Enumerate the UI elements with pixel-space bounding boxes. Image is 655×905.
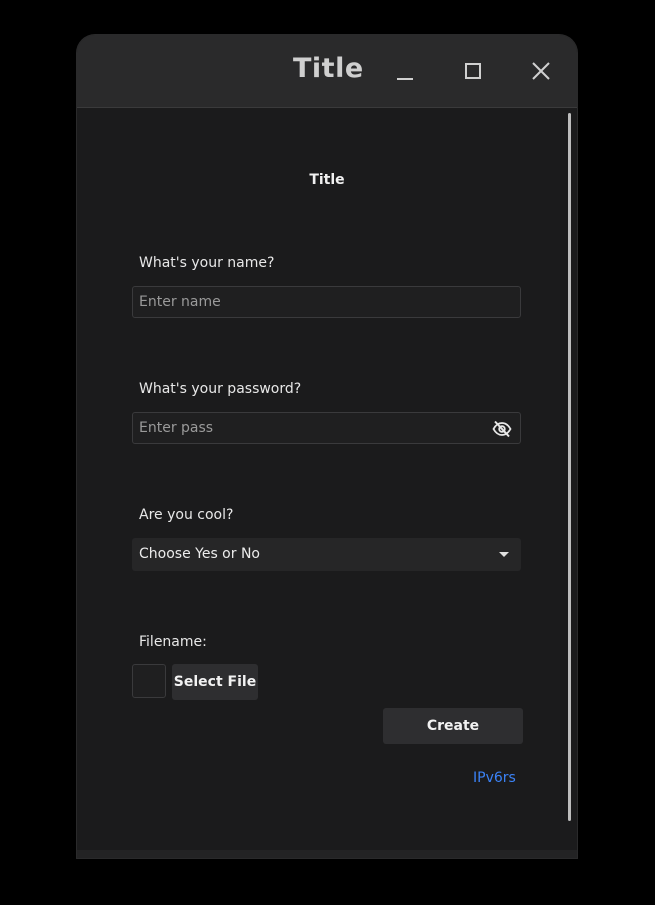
title-bar[interactable]: Title [77,35,577,108]
app-window: Title Title What's your name? What's you… [77,35,577,858]
password-label: What's your password? [139,381,302,397]
select-file-button[interactable]: Select File [172,664,258,700]
ipv6rs-link[interactable]: IPv6rs [473,770,516,786]
chevron-down-icon [499,552,509,557]
bottom-edge [77,850,577,858]
scrollbar[interactable] [568,113,571,821]
filename-label: Filename: [139,634,207,650]
filename-field[interactable] [132,664,166,698]
close-icon[interactable] [525,55,557,87]
name-field[interactable] [132,286,521,318]
name-input[interactable] [133,287,520,317]
name-label: What's your name? [139,255,275,271]
create-button[interactable]: Create [383,708,523,744]
maximize-icon[interactable] [457,55,489,87]
cool-select-value: Choose Yes or No [139,546,260,562]
window-title: Title [293,53,364,84]
cool-select[interactable]: Choose Yes or No [132,538,521,571]
password-field[interactable] [132,412,521,444]
password-input[interactable] [133,413,520,443]
minimize-icon[interactable] [389,55,421,87]
eye-off-icon[interactable] [492,420,512,438]
cool-label: Are you cool? [139,507,234,523]
form-heading: Title [309,172,345,188]
